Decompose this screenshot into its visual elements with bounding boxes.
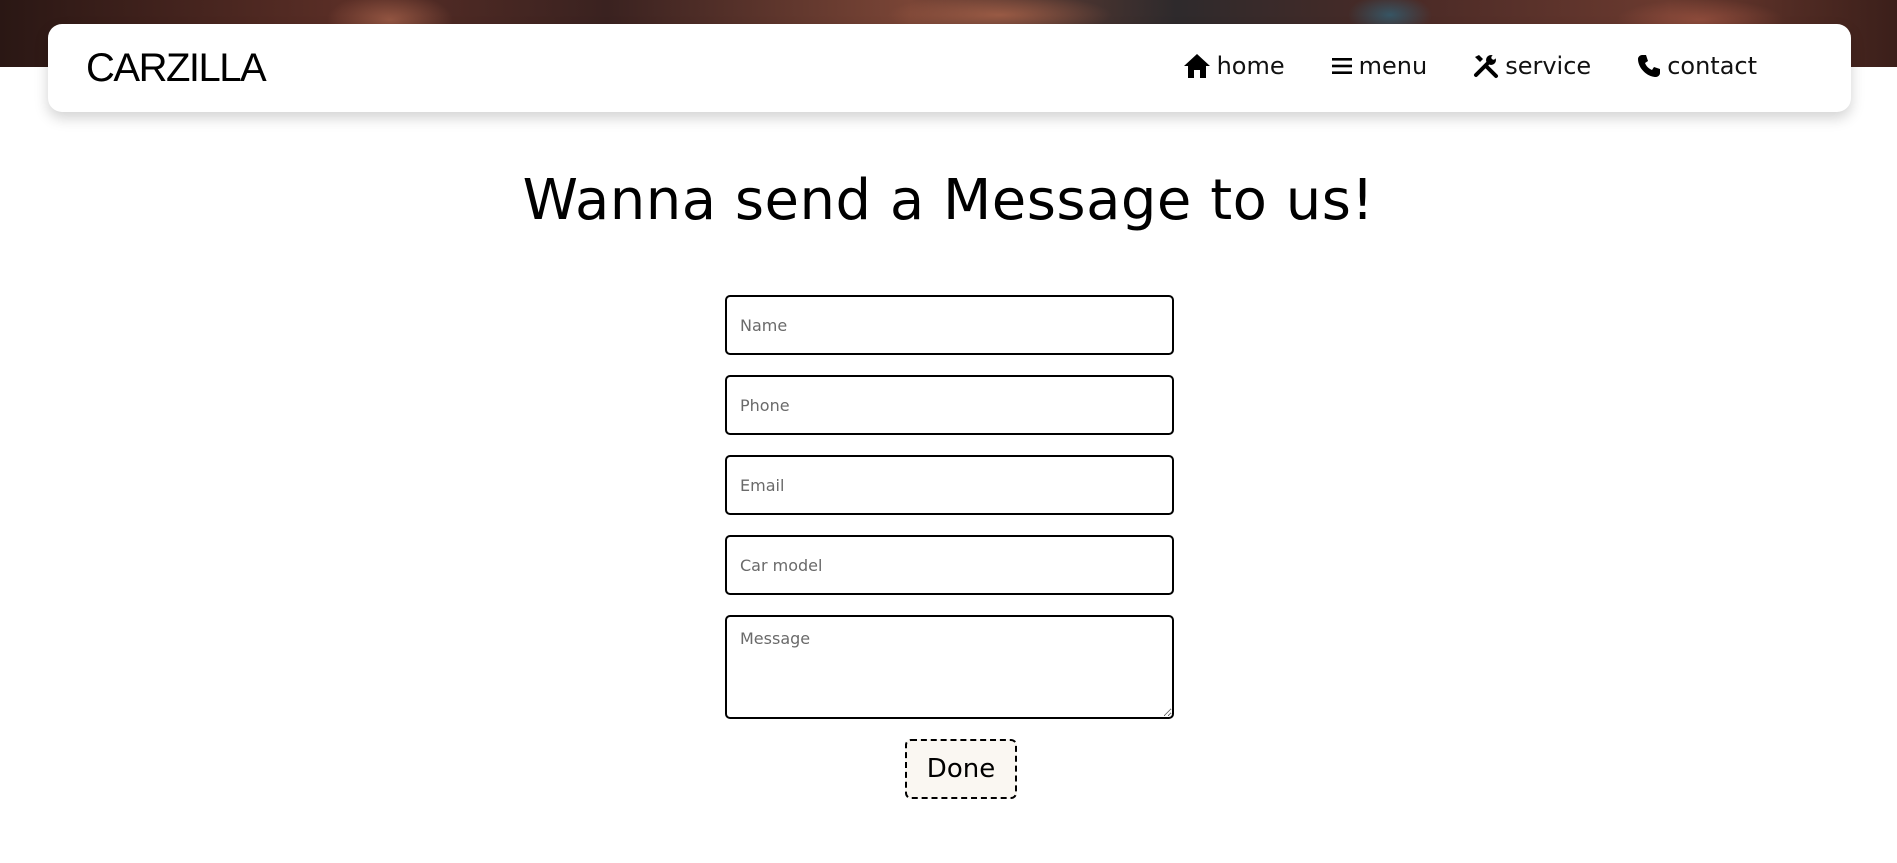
nav-home-link[interactable]: home (1183, 50, 1285, 82)
done-button[interactable]: Done (905, 739, 1017, 799)
message-textarea[interactable] (725, 615, 1174, 719)
nav-contact-label: contact (1667, 52, 1757, 80)
nav-links: home menu service contact (1183, 50, 1757, 82)
phone-icon (1637, 54, 1661, 78)
nav-contact-link[interactable]: contact (1637, 50, 1757, 82)
tools-icon (1473, 53, 1499, 79)
nav-menu-label: menu (1358, 52, 1428, 80)
nav-home-label: home (1216, 52, 1285, 80)
phone-input[interactable] (725, 375, 1174, 435)
contact-form (725, 295, 1174, 739)
home-icon (1183, 53, 1211, 79)
brand-logo[interactable]: CARZILLA (86, 44, 267, 92)
nav-menu-link[interactable]: menu (1331, 50, 1428, 82)
page-title: Wanna send a Message to us! (522, 168, 1375, 233)
email-input[interactable] (725, 455, 1174, 515)
nav-service-link[interactable]: service (1473, 50, 1591, 82)
menu-icon (1331, 55, 1353, 77)
car-model-input[interactable] (725, 535, 1174, 595)
name-input[interactable] (725, 295, 1174, 355)
nav-service-label: service (1505, 52, 1592, 80)
navbar: CARZILLA home menu service contact (48, 24, 1851, 112)
